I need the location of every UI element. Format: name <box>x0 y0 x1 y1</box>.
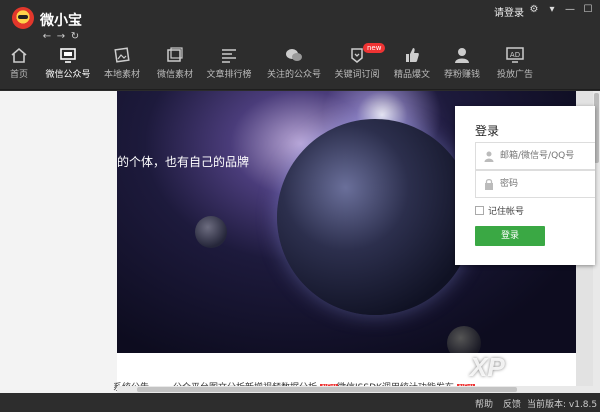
login-button[interactable]: 登录 <box>475 226 545 246</box>
remember-label: 记住帐号 <box>488 207 525 217</box>
user-icon <box>484 151 494 162</box>
settings-gear-icon[interactable]: ⚙ <box>527 3 541 17</box>
watermark-logo: XP <box>470 352 505 382</box>
tool-place-ads[interactable]: AD 投放广告 <box>483 46 547 80</box>
tool-label: 文章排行榜 <box>206 70 252 80</box>
left-gutter <box>0 91 117 393</box>
nav-buttons: ← → ↻ <box>40 31 82 42</box>
tool-label: 首页 <box>9 70 28 80</box>
feedback-link[interactable]: 反馈 <box>503 397 521 410</box>
planet-image <box>277 119 473 315</box>
login-panel: 登录 记住帐号 登录 <box>455 106 595 265</box>
images-icon <box>167 47 183 62</box>
password-field[interactable] <box>475 170 595 198</box>
account-input[interactable] <box>500 147 590 165</box>
horizontal-scrollbar[interactable] <box>117 386 593 393</box>
ad-icon: AD <box>506 47 524 63</box>
image-folder-icon <box>114 47 130 63</box>
maximize-icon[interactable]: ☐ <box>581 3 595 17</box>
lock-icon <box>485 178 493 190</box>
minimize-icon[interactable]: — <box>563 3 577 17</box>
moon-image <box>447 326 481 353</box>
tool-followed-accounts[interactable]: 关注的公众号 <box>262 46 326 80</box>
title-bar: 微小宝 ←→↻ 请登录 ⚙ ▾ — ☐ ✕ <box>0 0 600 42</box>
main-toolbar: 首页 微信公众号 本地素材 微信素材 文章排行榜 关注的公众号 关键词订阅 ne… <box>0 42 600 90</box>
person-icon <box>455 48 469 63</box>
status-bar: 帮助 反馈 当前版本: v1.8.5 <box>0 393 600 412</box>
svg-text:AD: AD <box>510 51 520 59</box>
help-link[interactable]: 帮助 <box>475 397 493 410</box>
app-title: 微小宝 <box>40 13 82 29</box>
tool-label: 微信公众号 <box>45 70 91 80</box>
tool-label: 微信素材 <box>156 70 193 80</box>
window-controls: ⚙ ▾ — ☐ ✕ <box>527 3 600 17</box>
tool-label: 关键词订阅 <box>334 70 380 80</box>
remember-account[interactable]: 记住帐号 <box>475 204 524 217</box>
refresh-icon[interactable]: ↻ <box>68 31 82 42</box>
forward-arrow-icon[interactable]: → <box>54 31 68 42</box>
tool-label: 投放广告 <box>496 70 533 80</box>
account-field[interactable] <box>475 142 595 170</box>
thumbs-up-icon <box>406 48 419 62</box>
tool-label: 精品爆文 <box>393 70 430 80</box>
app-logo-icon <box>12 7 34 29</box>
tool-label: 荐粉赚钱 <box>443 70 480 80</box>
password-input[interactable] <box>500 175 590 193</box>
chat-icon <box>286 49 302 61</box>
back-arrow-icon[interactable]: ← <box>40 31 54 42</box>
tool-label: 关注的公众号 <box>266 70 321 80</box>
monitor-icon <box>60 48 76 63</box>
tool-article-ranking[interactable]: 文章排行榜 <box>197 46 261 80</box>
login-title: 登录 <box>475 124 500 138</box>
menu-dropdown-icon[interactable]: ▾ <box>545 3 559 17</box>
version-label: 当前版本: v1.8.5 <box>527 400 598 410</box>
home-icon <box>11 47 27 63</box>
remember-checkbox[interactable] <box>475 206 484 215</box>
tool-label: 本地素材 <box>103 70 140 80</box>
list-icon <box>222 49 236 63</box>
small-planet-image <box>195 216 227 248</box>
login-link[interactable]: 请登录 <box>494 4 524 19</box>
banner-slogan: 的个体，也有自己的品牌 <box>117 155 250 169</box>
